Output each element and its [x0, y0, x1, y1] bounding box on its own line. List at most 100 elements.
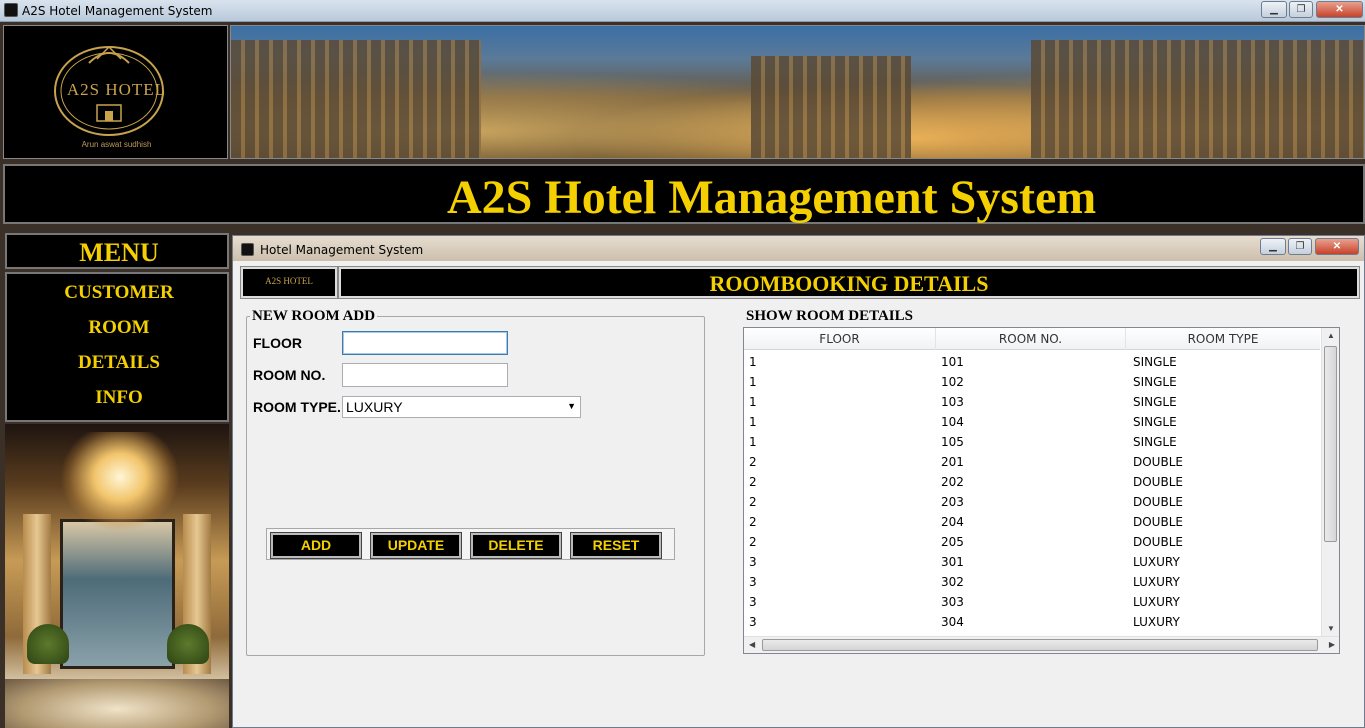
menu-title: MENU [79, 238, 159, 267]
table-row[interactable]: 3 301 LUXURY [744, 552, 1320, 572]
cell-room-no: 304 [941, 615, 964, 629]
scroll-down-icon[interactable]: ▼ [1327, 624, 1335, 633]
logo-subtitle: Arun aswat sudhish [81, 140, 152, 149]
column-header-room-type[interactable]: ROOM TYPE [1126, 328, 1320, 350]
inner-window-title: Hotel Management System [260, 243, 424, 257]
system-title-bar: A2S Hotel Management System [3, 164, 1365, 224]
cell-room-no: 204 [941, 515, 964, 529]
table-row[interactable]: 1 105 SINGLE [744, 432, 1320, 452]
system-title: A2S Hotel Management System [447, 171, 1097, 224]
booking-heading: ROOMBOOKING DETAILS [709, 271, 989, 296]
cell-floor: 1 [749, 435, 757, 449]
cell-room-type: SINGLE [1133, 355, 1177, 369]
cell-floor: 1 [749, 395, 757, 409]
cell-room-type: LUXURY [1133, 555, 1180, 569]
cell-room-type: DOUBLE [1133, 495, 1183, 509]
cell-room-no: 302 [941, 575, 964, 589]
table-row[interactable]: 3 303 LUXURY [744, 592, 1320, 612]
table-row[interactable]: 2 204 DOUBLE [744, 512, 1320, 532]
cell-floor: 2 [749, 535, 757, 549]
table-row[interactable]: 1 102 SINGLE [744, 372, 1320, 392]
cell-floor: 2 [749, 475, 757, 489]
table-row[interactable]: 2 205 DOUBLE [744, 532, 1320, 552]
cell-room-no: 301 [941, 555, 964, 569]
window-titlebar: A2S Hotel Management System ▁ ❐ ✕ [0, 0, 1365, 22]
cell-room-type: DOUBLE [1133, 515, 1183, 529]
horizontal-scroll-thumb[interactable] [762, 639, 1318, 651]
inner-close-button[interactable]: ✕ [1315, 238, 1359, 255]
cell-room-type: SINGLE [1133, 435, 1177, 449]
cell-room-no: 303 [941, 595, 964, 609]
delete-button[interactable]: DELETE [470, 532, 562, 559]
table-row[interactable]: 3 302 LUXURY [744, 572, 1320, 592]
cell-room-no: 101 [941, 355, 964, 369]
room-type-select[interactable]: LUXURY ▼ [342, 396, 581, 418]
inner-minimize-button[interactable]: ▁ [1260, 238, 1286, 255]
cell-room-no: 102 [941, 375, 964, 389]
table-row[interactable]: 2 203 DOUBLE [744, 492, 1320, 512]
vertical-scrollbar[interactable]: ▲ ▼ [1321, 328, 1339, 638]
hotel-logo: A2S HOTEL Arun aswat sudhish [3, 25, 228, 159]
chevron-down-icon: ▼ [567, 401, 576, 411]
table-row[interactable]: 1 103 SINGLE [744, 392, 1320, 412]
vertical-scroll-thumb[interactable] [1324, 346, 1337, 542]
cell-room-type: DOUBLE [1133, 455, 1183, 469]
cell-room-no: 201 [941, 455, 964, 469]
inner-app-icon [241, 243, 254, 256]
action-button-bar: ADD UPDATE DELETE RESET [266, 528, 675, 560]
cell-room-type: SINGLE [1133, 415, 1177, 429]
table-row[interactable]: 1 101 SINGLE [744, 352, 1320, 372]
cell-room-no: 103 [941, 395, 964, 409]
inner-maximize-button[interactable]: ❐ [1288, 238, 1312, 255]
column-header-room-no[interactable]: ROOM NO. [936, 328, 1126, 350]
cell-room-type: LUXURY [1133, 595, 1180, 609]
menu-item-details[interactable]: DETAILS [7, 352, 231, 374]
cell-floor: 2 [749, 515, 757, 529]
table-row[interactable]: 1 104 SINGLE [744, 412, 1320, 432]
booking-logo-text: A2S HOTEL [265, 276, 313, 286]
add-button[interactable]: ADD [270, 532, 362, 559]
column-header-floor[interactable]: FLOOR [744, 328, 936, 350]
menu-item-room[interactable]: ROOM [7, 317, 231, 339]
booking-logo: A2S HOTEL [240, 266, 338, 299]
lobby-image [5, 424, 229, 728]
cell-floor: 3 [749, 555, 757, 569]
room-type-value: LUXURY [346, 399, 403, 415]
cell-room-type: DOUBLE [1133, 475, 1183, 489]
menu-panel: CUSTOMER ROOM DETAILS INFO [5, 272, 229, 422]
room-no-input[interactable] [342, 363, 508, 387]
cell-room-no: 104 [941, 415, 964, 429]
update-button[interactable]: UPDATE [370, 532, 462, 559]
menu-item-info[interactable]: INFO [7, 387, 231, 409]
floor-label: FLOOR [253, 335, 302, 351]
table-header: FLOOR ROOM NO. ROOM TYPE [744, 328, 1320, 350]
table-row[interactable]: 2 202 DOUBLE [744, 472, 1320, 492]
cell-room-type: LUXURY [1133, 575, 1180, 589]
table-row[interactable]: 3 304 LUXURY [744, 612, 1320, 632]
inner-titlebar: Hotel Management System ▁ ❐ ✕ [233, 236, 1364, 261]
table-row[interactable]: 2 201 DOUBLE [744, 452, 1320, 472]
cell-room-no: 205 [941, 535, 964, 549]
reset-button[interactable]: RESET [570, 532, 662, 559]
logo-text: A2S HOTEL [66, 80, 167, 99]
cell-floor: 2 [749, 455, 757, 469]
maximize-button[interactable]: ❐ [1289, 1, 1313, 18]
cell-room-type: SINGLE [1133, 395, 1177, 409]
cell-floor: 3 [749, 615, 757, 629]
menu-item-customer[interactable]: CUSTOMER [7, 282, 231, 304]
rooms-table: FLOOR ROOM NO. ROOM TYPE 1 101 SINGLE 1 102 S… [743, 327, 1340, 654]
cell-room-type: LUXURY [1133, 615, 1180, 629]
scroll-up-icon[interactable]: ▲ [1327, 331, 1335, 340]
minimize-button[interactable]: ▁ [1261, 1, 1287, 18]
scroll-right-icon[interactable]: ▶ [1329, 640, 1335, 649]
app-icon [4, 3, 18, 17]
scroll-left-icon[interactable]: ◀ [749, 640, 755, 649]
cell-floor: 3 [749, 595, 757, 609]
horizontal-scrollbar[interactable]: ◀ ▶ [744, 636, 1339, 653]
close-button[interactable]: ✕ [1316, 1, 1363, 18]
cell-floor: 1 [749, 415, 757, 429]
room-type-label: ROOM TYPE. [253, 399, 341, 415]
menu-header: MENU [5, 233, 229, 269]
floor-input[interactable] [342, 331, 508, 355]
new-room-group: NEW ROOM ADD [246, 308, 705, 656]
